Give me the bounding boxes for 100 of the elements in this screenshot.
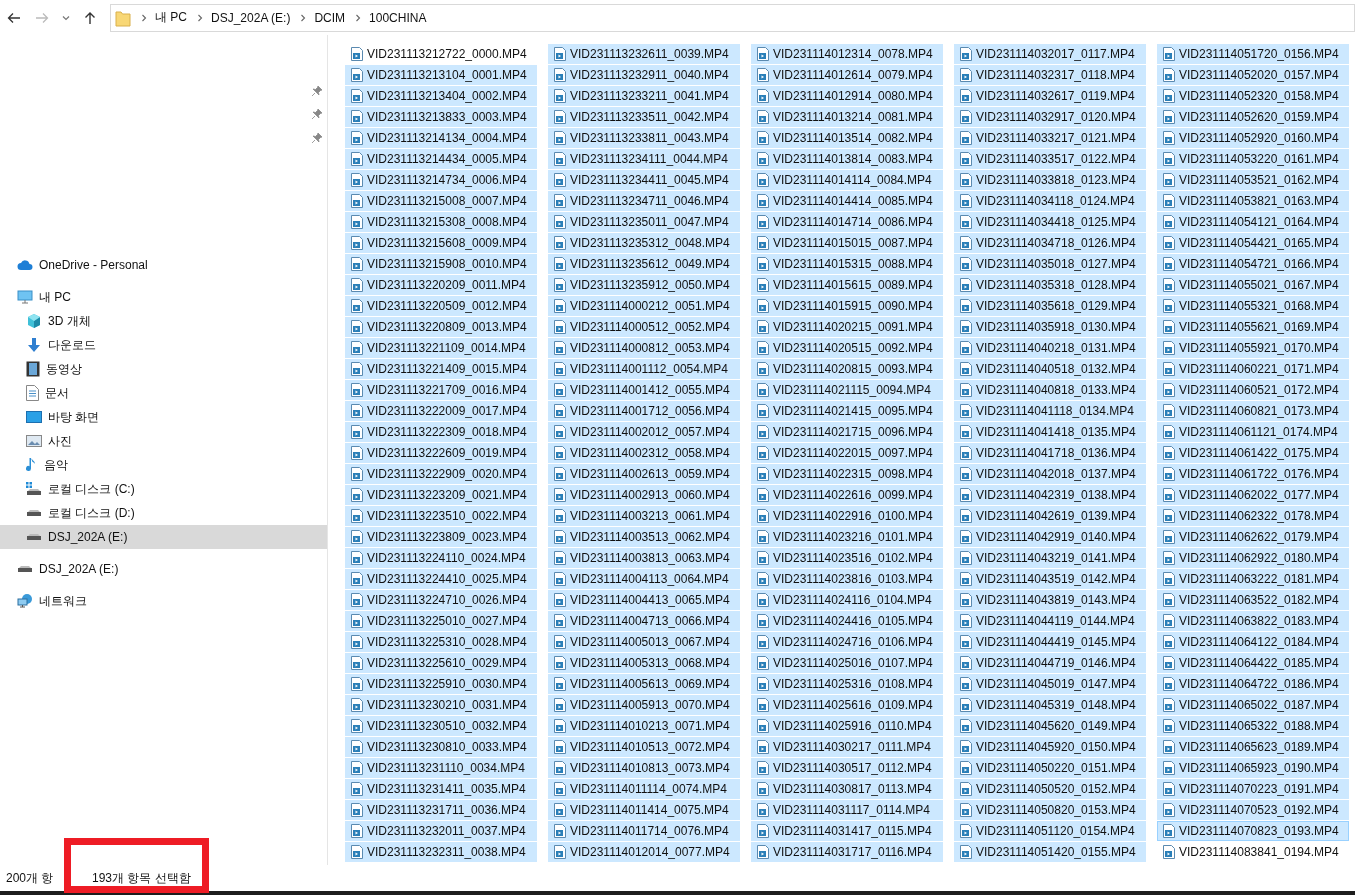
file-item[interactable]: VID231114044419_0145.MP4	[954, 632, 1146, 652]
file-item[interactable]: VID231114033818_0123.MP4	[954, 170, 1146, 190]
file-item[interactable]: VID231113233211_0041.MP4	[548, 86, 740, 106]
file-item[interactable]: VID231113220209_0011.MP4	[345, 275, 537, 295]
file-item[interactable]: VID231113212722_0000.MP4	[345, 44, 537, 64]
sidebar-item[interactable]: DSJ_202A (E:)	[0, 557, 327, 581]
file-item[interactable]: VID231114021415_0095.MP4	[751, 401, 943, 421]
file-item[interactable]: VID231114002613_0059.MP4	[548, 464, 740, 484]
file-item[interactable]: VID231114025316_0108.MP4	[751, 674, 943, 694]
file-item[interactable]: VID231114062922_0180.MP4	[1157, 548, 1349, 568]
file-item[interactable]: VID231114003813_0063.MP4	[548, 548, 740, 568]
file-item[interactable]: VID231114012314_0078.MP4	[751, 44, 943, 64]
file-item[interactable]: VID231114051720_0156.MP4	[1157, 44, 1349, 64]
file-item[interactable]: VID231114043219_0141.MP4	[954, 548, 1146, 568]
file-item[interactable]: VID231114045319_0148.MP4	[954, 695, 1146, 715]
file-item[interactable]: VID231113221409_0015.MP4	[345, 359, 537, 379]
file-item[interactable]: VID231113225310_0028.MP4	[345, 632, 537, 652]
sidebar-item[interactable]: 내 PC	[0, 285, 327, 309]
file-item[interactable]: VID231114030517_0112.MP4	[751, 758, 943, 778]
file-item[interactable]: VID231114032617_0119.MP4	[954, 86, 1146, 106]
file-item[interactable]: VID231114020815_0093.MP4	[751, 359, 943, 379]
file-item[interactable]: VID231114021115_0094.MP4	[751, 380, 943, 400]
pin-icon[interactable]	[311, 84, 323, 97]
file-item[interactable]: VID231114015015_0087.MP4	[751, 233, 943, 253]
file-item[interactable]: VID231113231110_0034.MP4	[345, 758, 537, 778]
file-item[interactable]: VID231114012014_0077.MP4	[548, 842, 740, 862]
file-item[interactable]: VID231114052920_0160.MP4	[1157, 128, 1349, 148]
file-item[interactable]: VID231114011114_0074.MP4	[548, 779, 740, 799]
file-item[interactable]: VID231114003213_0061.MP4	[548, 506, 740, 526]
file-item[interactable]: VID231114032917_0120.MP4	[954, 107, 1146, 127]
file-item[interactable]: VID231114054721_0166.MP4	[1157, 254, 1349, 274]
file-item[interactable]: VID231114000812_0053.MP4	[548, 338, 740, 358]
file-item[interactable]: VID231114005013_0067.MP4	[548, 632, 740, 652]
file-item[interactable]: VID231114004113_0064.MP4	[548, 569, 740, 589]
file-item[interactable]: VID231114023816_0103.MP4	[751, 569, 943, 589]
file-item[interactable]: VID231114030817_0113.MP4	[751, 779, 943, 799]
file-item[interactable]: VID231114040218_0131.MP4	[954, 338, 1146, 358]
file-item[interactable]: VID231114005313_0068.MP4	[548, 653, 740, 673]
file-item[interactable]: VID231114023216_0101.MP4	[751, 527, 943, 547]
sidebar-item[interactable]: OneDrive - Personal	[0, 253, 327, 277]
file-item[interactable]: VID231114053220_0161.MP4	[1157, 149, 1349, 169]
file-item[interactable]: VID231114043819_0143.MP4	[954, 590, 1146, 610]
file-item[interactable]: VID231113214434_0005.MP4	[345, 149, 537, 169]
file-item[interactable]: VID231114015315_0088.MP4	[751, 254, 943, 274]
file-item[interactable]: VID231113233811_0043.MP4	[548, 128, 740, 148]
file-item[interactable]: VID231114025616_0109.MP4	[751, 695, 943, 715]
file-item[interactable]: VID231114031417_0115.MP4	[751, 821, 943, 841]
file-item[interactable]: VID231113235312_0048.MP4	[548, 233, 740, 253]
file-item[interactable]: VID231114034118_0124.MP4	[954, 191, 1146, 211]
file-item[interactable]: VID231113232011_0037.MP4	[345, 821, 537, 841]
file-item[interactable]: VID231113234711_0046.MP4	[548, 191, 740, 211]
file-item[interactable]: VID231114004413_0065.MP4	[548, 590, 740, 610]
file-item[interactable]: VID231114004713_0066.MP4	[548, 611, 740, 631]
file-item[interactable]: VID231114083841_0194.MP4	[1157, 842, 1349, 862]
file-item[interactable]: VID231114041718_0136.MP4	[954, 443, 1146, 463]
file-item[interactable]: VID231113235011_0047.MP4	[548, 212, 740, 232]
file-item[interactable]: VID231114000512_0052.MP4	[548, 317, 740, 337]
file-item[interactable]: VID231114064122_0184.MP4	[1157, 632, 1349, 652]
file-item[interactable]: VID231113234111_0044.MP4	[548, 149, 740, 169]
file-item[interactable]: VID231113221709_0016.MP4	[345, 380, 537, 400]
file-item[interactable]: VID231114005913_0070.MP4	[548, 695, 740, 715]
file-item[interactable]: VID231114003513_0062.MP4	[548, 527, 740, 547]
file-item[interactable]: VID231114040518_0132.MP4	[954, 359, 1146, 379]
file-item[interactable]: VID231114015615_0089.MP4	[751, 275, 943, 295]
file-item[interactable]: VID231113215008_0007.MP4	[345, 191, 537, 211]
file-item[interactable]: VID231113232911_0040.MP4	[548, 65, 740, 85]
sidebar-item[interactable]: 문서	[0, 381, 327, 405]
file-item[interactable]: VID231114064422_0185.MP4	[1157, 653, 1349, 673]
file-item[interactable]: VID231114051420_0155.MP4	[954, 842, 1146, 862]
file-item[interactable]: VID231113231411_0035.MP4	[345, 779, 537, 799]
file-item[interactable]: VID231114053821_0163.MP4	[1157, 191, 1349, 211]
breadcrumb-item[interactable]: DSJ_202A (E:)	[211, 10, 291, 25]
file-item[interactable]: VID231114062022_0177.MP4	[1157, 485, 1349, 505]
sidebar-item[interactable]: 로컬 디스크 (D:)	[0, 501, 327, 525]
file-item[interactable]: VID231114032017_0117.MP4	[954, 44, 1146, 64]
file-item[interactable]: VID231113232311_0038.MP4	[345, 842, 537, 862]
file-item[interactable]: VID231114014414_0085.MP4	[751, 191, 943, 211]
file-item[interactable]: VID231114064722_0186.MP4	[1157, 674, 1349, 694]
file-item[interactable]: VID231113222009_0017.MP4	[345, 401, 537, 421]
file-item[interactable]: VID231114010513_0072.MP4	[548, 737, 740, 757]
file-item[interactable]: VID231113213833_0003.MP4	[345, 107, 537, 127]
file-item[interactable]: VID231113221109_0014.MP4	[345, 338, 537, 358]
file-item[interactable]: VID231114002913_0060.MP4	[548, 485, 740, 505]
file-item[interactable]: VID231114044119_0144.MP4	[954, 611, 1146, 631]
file-item[interactable]: VID231114030217_0111.MP4	[751, 737, 943, 757]
file-item[interactable]: VID231114013514_0082.MP4	[751, 128, 943, 148]
pin-icon[interactable]	[311, 108, 323, 121]
file-item[interactable]: VID231114014714_0086.MP4	[751, 212, 943, 232]
file-item[interactable]: VID231114025016_0107.MP4	[751, 653, 943, 673]
file-item[interactable]: VID231114032317_0118.MP4	[954, 65, 1146, 85]
file-item[interactable]: VID231114035018_0127.MP4	[954, 254, 1146, 274]
file-item[interactable]: VID231114033217_0121.MP4	[954, 128, 1146, 148]
file-item[interactable]: VID231113215908_0010.MP4	[345, 254, 537, 274]
file-item[interactable]: VID231113225910_0030.MP4	[345, 674, 537, 694]
file-item[interactable]: VID231114044719_0146.MP4	[954, 653, 1146, 673]
sidebar-item[interactable]: 바탕 화면	[0, 405, 327, 429]
file-item[interactable]: VID231113223809_0023.MP4	[345, 527, 537, 547]
file-item[interactable]: VID231114063522_0182.MP4	[1157, 590, 1349, 610]
file-item[interactable]: VID231113234411_0045.MP4	[548, 170, 740, 190]
file-item[interactable]: VID231114053521_0162.MP4	[1157, 170, 1349, 190]
